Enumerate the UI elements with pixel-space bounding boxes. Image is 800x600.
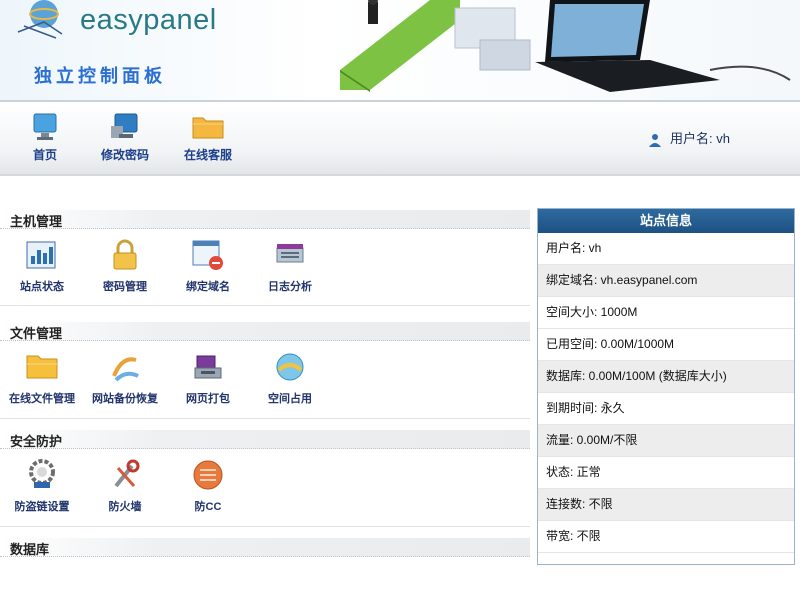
header-banner: easypanel 独立控制面板 xyxy=(0,0,800,102)
anti-cc-button[interactable]: 防CC xyxy=(168,458,248,514)
folder-icon xyxy=(192,117,224,139)
file-manager-label: 在线文件管理 xyxy=(9,393,75,405)
row-divider xyxy=(0,305,530,306)
space-usage-button[interactable]: 空间占用 xyxy=(250,350,330,406)
web-package-label: 网页打包 xyxy=(186,393,230,405)
toolbar-home-button[interactable]: 首页 xyxy=(0,112,90,163)
main-toolbar: 首页 修改密码 在线客服 用户名: vh xyxy=(0,104,800,176)
file-manager-button[interactable]: 在线文件管理 xyxy=(2,350,82,406)
info-row: 连接数: 不限 xyxy=(538,489,794,521)
computer-key-icon xyxy=(111,113,138,138)
web-package-button[interactable]: 网页打包 xyxy=(168,350,248,406)
backup-icon xyxy=(112,357,139,382)
password-manage-label: 密码管理 xyxy=(103,281,147,293)
site-status-button[interactable]: 站点状态 xyxy=(2,238,82,294)
info-row: 空间大小: 1000M xyxy=(538,297,794,329)
user-info-link[interactable]: 用户名: vh xyxy=(648,128,730,147)
brand-subtitle: 独立控制面板 xyxy=(34,66,166,86)
icon-row-files: 在线文件管理 网站备份恢复 网页打包 空间占用 xyxy=(0,342,530,420)
folder-open-icon xyxy=(26,355,58,379)
row-divider xyxy=(0,418,530,419)
log-analysis-label: 日志分析 xyxy=(268,281,312,293)
section-header-security: 安全防护 xyxy=(0,430,530,449)
shield-gear-icon xyxy=(29,459,55,488)
info-row: 用户名: vh xyxy=(538,233,794,265)
window-icon xyxy=(192,240,223,270)
lock-icon xyxy=(113,239,137,270)
space-usage-label: 空间占用 xyxy=(268,393,312,405)
anti-leech-button[interactable]: 防盗链设置 xyxy=(2,458,82,514)
section-header-files: 文件管理 xyxy=(0,322,530,341)
anti-cc-label: 防CC xyxy=(194,501,222,513)
toolbar-home-label: 首页 xyxy=(32,148,57,162)
info-row: 带宽: 不限 xyxy=(538,521,794,553)
info-row: 已用空间: 0.00M/1000M xyxy=(538,329,794,361)
site-backup-button[interactable]: 网站备份恢复 xyxy=(85,350,165,406)
icon-row-host: 站点状态 密码管理 绑定域名 日志分析 xyxy=(0,230,530,308)
package-icon xyxy=(194,355,222,379)
chart-icon xyxy=(26,241,56,269)
server-icon xyxy=(276,244,304,263)
info-row: 数据库: 0.00M/100M (数据库大小) xyxy=(538,361,794,393)
site-backup-label: 网站备份恢复 xyxy=(92,393,158,405)
toolbar-password-label: 修改密码 xyxy=(100,148,149,162)
brand-name: easypanel xyxy=(80,4,217,36)
hero-illustration xyxy=(340,0,791,92)
firewall-icon xyxy=(193,460,223,490)
firewall-tools-label: 防火墙 xyxy=(108,501,142,513)
toolbar-support-button[interactable]: 在线客服 xyxy=(163,112,253,163)
site-status-label: 站点状态 xyxy=(20,281,64,293)
row-divider xyxy=(0,526,530,527)
toolbar-support-label: 在线客服 xyxy=(183,148,232,162)
password-manage-button[interactable]: 密码管理 xyxy=(85,238,165,294)
bind-domain-button[interactable]: 绑定域名 xyxy=(168,238,248,294)
user-icon xyxy=(649,133,662,147)
disk-icon xyxy=(276,353,304,381)
monitor-icon xyxy=(33,113,57,140)
site-info-panel: 站点信息 用户名: vh 绑定域名: vh.easypanel.com 空间大小… xyxy=(537,208,795,565)
anti-leech-label: 防盗链设置 xyxy=(14,501,70,513)
section-title: 数据库 xyxy=(10,542,50,557)
site-info-title: 站点信息 xyxy=(538,209,794,233)
info-row: 状态: 正常 xyxy=(538,457,794,489)
tools-icon xyxy=(114,459,140,488)
section-title: 主机管理 xyxy=(10,214,63,229)
icon-row-security: 防盗链设置 防火墙 防CC xyxy=(0,450,530,528)
info-row: 绑定域名: vh.easypanel.com xyxy=(538,265,794,297)
bind-domain-label: 绑定域名 xyxy=(186,281,230,293)
info-row: 流量: 0.00M/不限 xyxy=(538,425,794,457)
info-row: 到期时间: 永久 xyxy=(538,393,794,425)
log-analysis-button[interactable]: 日志分析 xyxy=(250,238,330,294)
toolbar-password-button[interactable]: 修改密码 xyxy=(80,112,170,163)
firewall-tools-button[interactable]: 防火墙 xyxy=(85,458,165,514)
section-title: 文件管理 xyxy=(10,326,63,341)
globe-logo-icon xyxy=(17,0,63,39)
bottom-strip xyxy=(0,570,800,600)
section-header-database: 数据库 xyxy=(0,538,530,557)
user-name-text: 用户名: vh xyxy=(670,131,730,146)
section-title: 安全防护 xyxy=(10,434,63,449)
section-header-host: 主机管理 xyxy=(0,210,530,229)
